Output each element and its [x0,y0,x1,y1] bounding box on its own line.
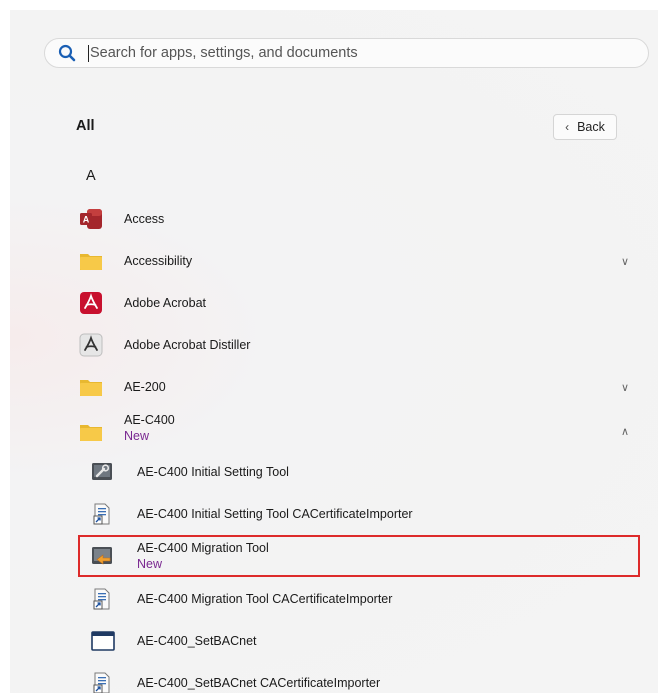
chevron-left-icon: ‹ [565,120,570,134]
chevron-up-icon[interactable]: ∧ [621,425,629,438]
app-item-setbacnet-cacertificateimporter[interactable]: AE-C400_SetBACnet CACertificateImporter [80,665,645,693]
app-item-adobe-acrobat[interactable]: Adobe Acrobat [65,285,645,321]
chevron-down-icon[interactable]: ∨ [621,255,629,268]
setting-tool-icon [91,461,113,483]
access-icon: A [79,207,103,231]
folder-icon [79,249,103,273]
app-label: AE-C400 Initial Setting Tool [137,465,289,479]
migration-tool-icon [91,545,113,567]
app-item-ae-c400-migration-tool[interactable]: AE-C400 Migration Tool New [80,537,645,575]
app-item-ae-c400-setbacnet[interactable]: AE-C400_SetBACnet [80,623,645,659]
app-label: Access [124,212,165,226]
app-label: AE-C400 Migration Tool [137,541,269,555]
back-button-label: Back [577,120,605,134]
app-item-acrobat-distiller[interactable]: Adobe Acrobat Distiller [65,327,645,363]
app-label: AE-C400 Initial Setting Tool CACertifica… [137,507,413,521]
app-folder-ae-200[interactable]: AE-200 ∨ [65,369,645,405]
search-icon [58,43,78,63]
app-item-access[interactable]: A Access [65,201,645,237]
app-label: AE-C400 [124,413,175,427]
svg-text:A: A [83,215,90,225]
new-badge: New [124,429,150,443]
folder-icon [79,420,103,444]
app-item-initial-setting-cacertificateimporter[interactable]: AE-C400 Initial Setting Tool CACertifica… [80,496,645,532]
folder-icon [79,375,103,399]
app-label: Adobe Acrobat Distiller [124,338,251,352]
back-button[interactable]: ‹ Back [553,114,617,140]
app-item-migration-tool-cacertificateimporter[interactable]: AE-C400 Migration Tool CACertificateImpo… [80,581,645,617]
acrobat-distiller-icon [79,333,103,357]
search-input[interactable] [90,45,590,61]
shortcut-file-icon [91,588,113,610]
adobe-acrobat-icon [79,291,103,315]
shortcut-file-icon [91,503,113,525]
window-icon [91,630,115,652]
app-label: AE-C400 Migration Tool CACertificateImpo… [137,592,393,606]
chevron-down-icon[interactable]: ∨ [621,381,629,394]
app-folder-accessibility[interactable]: Accessibility ∨ [65,243,645,279]
app-label: Adobe Acrobat [124,296,207,310]
text-cursor [88,44,89,62]
search-box[interactable] [44,38,649,68]
new-badge: New [137,557,163,571]
shortcut-file-icon [91,672,113,693]
section-letter-header[interactable]: A [86,168,96,184]
app-label: AE-200 [124,380,166,394]
app-label: AE-C400_SetBACnet CACertificateImporter [137,676,381,690]
start-menu-all-apps-panel: All ‹ Back A A Access Accessibility ∨ [10,10,658,693]
app-folder-ae-c400[interactable]: AE-C400 New ∧ [65,411,645,451]
page-title: All [76,118,95,134]
app-label: AE-C400_SetBACnet [137,634,257,648]
app-item-ae-c400-initial-setting-tool[interactable]: AE-C400 Initial Setting Tool [80,454,645,490]
app-label: Accessibility [124,254,193,268]
